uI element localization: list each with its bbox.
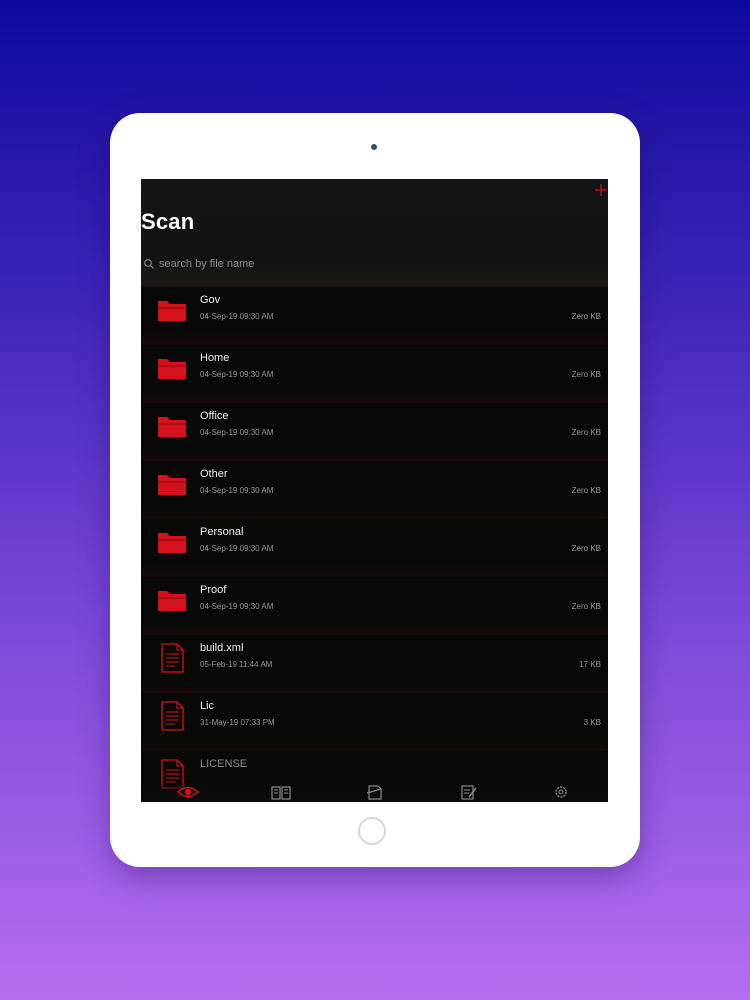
- file-size: Zero KB: [571, 370, 601, 379]
- file-date: 04-Sep-19 09:30 AM: [200, 544, 274, 553]
- file-date: 04-Sep-19 09:30 AM: [200, 312, 274, 321]
- file-name: Office: [200, 410, 229, 422]
- file-size: Zero KB: [571, 312, 601, 321]
- document-icon: [155, 701, 189, 731]
- file-size: Zero KB: [571, 486, 601, 495]
- folder-icon: [155, 469, 189, 499]
- file-name: Gov: [200, 294, 221, 306]
- header: Scan: [141, 179, 608, 287]
- file-date: 04-Sep-19 09:30 AM: [200, 486, 274, 495]
- eye-icon[interactable]: [176, 783, 199, 801]
- file-row[interactable]: Other 04-Sep-19 09:30 AM Zero KB: [141, 461, 608, 508]
- folder-icon: [155, 585, 189, 615]
- file-name: Home: [200, 352, 230, 364]
- tablet-frame: Scan Gov 04-Sep-19 09:30 AM Zero KB Home 04…: [110, 113, 640, 867]
- app-screen: Scan Gov 04-Sep-19 09:30 AM Zero KB Home 04…: [141, 179, 608, 802]
- file-date: 05-Feb-19 11:44 AM: [200, 660, 273, 669]
- file-date: 04-Sep-19 09:30 AM: [200, 602, 274, 611]
- file-list: Gov 04-Sep-19 09:30 AM Zero KB Home 04-Sep-…: [141, 287, 608, 802]
- file-name: Personal: [200, 526, 244, 538]
- file-size: 17 KB: [579, 660, 601, 669]
- file-row[interactable]: build.xml 05-Feb-19 11:44 AM 17 KB: [141, 635, 608, 682]
- tab-bar: [141, 782, 608, 802]
- scan-document-icon[interactable]: [363, 783, 385, 801]
- folder-icon: [155, 411, 189, 441]
- search-icon: [144, 259, 154, 269]
- file-name: build.xml: [200, 642, 244, 654]
- file-date: 31-May-19 07:33 PM: [200, 718, 275, 727]
- document-icon: [155, 643, 189, 673]
- file-size: Zero KB: [571, 544, 601, 553]
- file-size: 3 KB: [583, 718, 601, 727]
- search-input[interactable]: [159, 258, 419, 270]
- file-row[interactable]: Home 04-Sep-19 09:30 AM Zero KB: [141, 345, 608, 392]
- folder-icon: [155, 527, 189, 557]
- page-title: Scan: [141, 209, 195, 234]
- file-size: Zero KB: [571, 602, 601, 611]
- folder-icon: [155, 353, 189, 383]
- book-icon[interactable]: [270, 783, 292, 801]
- camera-dot: [371, 144, 377, 150]
- file-date: 04-Sep-19 09:30 AM: [200, 370, 274, 379]
- file-date: 04-Sep-19 09:30 AM: [200, 428, 274, 437]
- file-row[interactable]: Personal 04-Sep-19 09:30 AM Zero KB: [141, 519, 608, 566]
- file-row[interactable]: Lic 31-May-19 07:33 PM 3 KB: [141, 693, 608, 740]
- file-row[interactable]: Gov 04-Sep-19 09:30 AM Zero KB: [141, 287, 608, 334]
- edit-document-icon[interactable]: [457, 783, 479, 801]
- file-name: LICENSE: [200, 758, 248, 770]
- file-row[interactable]: Office 04-Sep-19 09:30 AM Zero KB: [141, 403, 608, 450]
- file-name: Lic: [200, 700, 215, 712]
- file-size: Zero KB: [571, 428, 601, 437]
- file-name: Other: [200, 468, 228, 480]
- folder-icon: [155, 295, 189, 325]
- home-button[interactable]: [358, 817, 386, 845]
- gear-icon[interactable]: [550, 783, 572, 801]
- file-row[interactable]: Proof 04-Sep-19 09:30 AM Zero KB: [141, 577, 608, 624]
- search-bar[interactable]: [143, 255, 443, 273]
- plus-icon[interactable]: [594, 183, 608, 197]
- file-name: Proof: [200, 584, 227, 596]
